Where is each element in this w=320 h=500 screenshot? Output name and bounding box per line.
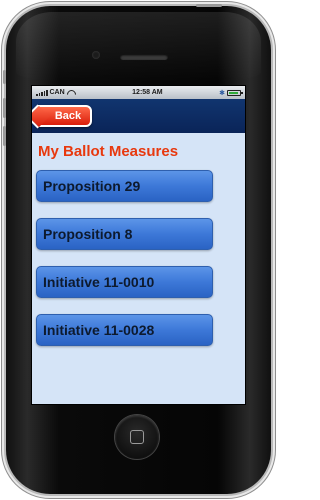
speaker-grille [120,54,168,60]
measure-label: Initiative 11-0010 [43,274,155,290]
measure-label: Initiative 11-0028 [43,322,155,338]
measure-list: Proposition 29 Proposition 8 Initiative … [32,170,245,346]
power-button [196,4,222,7]
volume-down-button [3,126,6,146]
status-bar: CAN 12:58 AM ✱ [32,86,245,99]
page-title: My Ballot Measures [38,143,179,160]
status-right: ✱ [219,89,243,97]
wifi-icon [67,90,76,96]
battery-icon [227,89,243,96]
measure-button-initiative-11-0028[interactable]: Initiative 11-0028 [36,314,213,346]
ringer-switch [3,70,6,84]
measure-button-initiative-11-0010[interactable]: Initiative 11-0010 [36,266,213,298]
back-button-label: Back [54,110,82,122]
home-button[interactable] [115,415,159,459]
measure-button-proposition-29[interactable]: Proposition 29 [36,170,213,202]
volume-up-button [3,98,6,118]
camera-icon [92,51,100,59]
signal-icon [36,89,48,96]
status-left: CAN [36,89,76,96]
measure-label: Proposition 29 [43,178,141,194]
measure-label: Proposition 8 [43,226,133,242]
navigation-bar: Back [32,99,245,133]
bluetooth-icon: ✱ [219,89,225,97]
phone-gloss [16,12,261,82]
app-screen: CAN 12:58 AM ✱ Back My Ballot Measures P… [31,85,246,405]
carrier-label: CAN [49,89,65,96]
back-button[interactable]: Back [38,105,92,127]
status-time: 12:58 AM [132,89,163,96]
measure-button-proposition-8[interactable]: Proposition 8 [36,218,213,250]
